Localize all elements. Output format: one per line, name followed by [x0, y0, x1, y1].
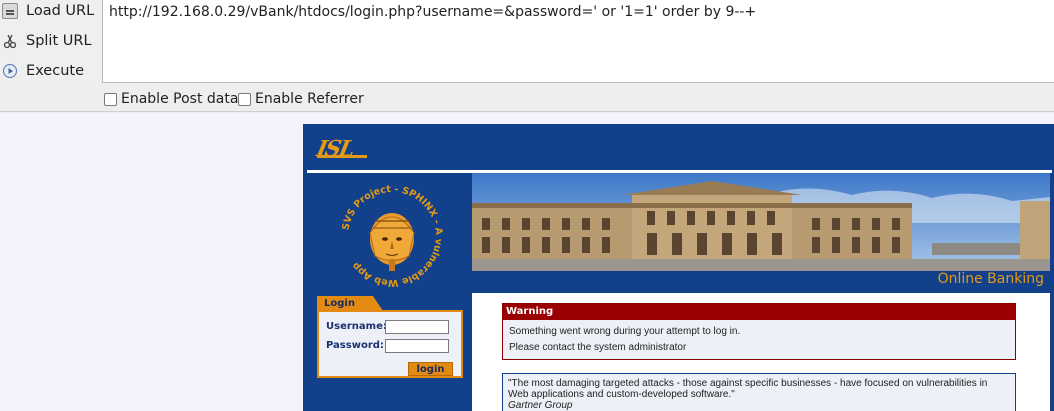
site-header: ISL [307, 128, 1054, 170]
main-content: Warning Something went wrong during your… [472, 290, 1050, 411]
login-form: Username: Password: login [317, 310, 463, 378]
execute-label: Execute [26, 63, 84, 79]
login-tab: Login [317, 296, 383, 311]
warning-line-2: Please contact the system administrator [509, 342, 687, 353]
isl-logo: ISL [314, 136, 356, 162]
username-field[interactable] [385, 320, 449, 334]
split-url-label: Split URL [26, 33, 92, 49]
hackbar-actions: Load URL Split URL Execute [0, 0, 102, 86]
vbank-site: ISL SVS Project - SPHINX - A vulnerable … [303, 124, 1054, 411]
enable-referrer-label: Enable Referrer [255, 91, 364, 107]
enable-referrer-checkbox[interactable]: Enable Referrer [238, 91, 364, 107]
sphinx-logo: SVS Project - SPHINX - A vulnerable Web … [339, 183, 445, 289]
banner-caption-bar: Online Banking [472, 271, 1050, 289]
scissors-icon [2, 33, 18, 49]
logo-underline [317, 155, 367, 158]
password-label: Password: [326, 340, 384, 351]
warning-title: Warning [503, 304, 1015, 320]
enable-post-data-checkbox[interactable]: Enable Post data [104, 91, 238, 107]
checkbox-box[interactable] [104, 92, 117, 106]
hackbar-toolbar: Load URL Split URL Execute http://192.16… [0, 0, 1054, 86]
load-url-button[interactable]: Load URL [0, 0, 100, 24]
login-button[interactable]: login [408, 362, 453, 376]
execute-button[interactable]: Execute [0, 58, 100, 84]
checkbox-box[interactable] [238, 92, 251, 106]
split-url-button[interactable]: Split URL [0, 28, 100, 54]
password-field[interactable] [385, 339, 449, 353]
play-icon [2, 63, 18, 79]
online-banking-title: Online Banking [937, 271, 1044, 287]
load-url-label: Load URL [26, 3, 95, 19]
load-url-icon [2, 3, 18, 19]
hackbar-options: Enable Post data Enable Referrer [0, 86, 1054, 112]
url-text: http://192.168.0.29/vBank/htdocs/login.p… [109, 4, 757, 20]
web-page: ISL SVS Project - SPHINX - A vulnerable … [0, 113, 1054, 411]
quote-box: "The most damaging targeted attacks - th… [502, 373, 1016, 411]
warning-line-1: Something went wrong during your attempt… [509, 326, 741, 337]
username-label: Username: [326, 321, 387, 332]
quote-text: "The most damaging targeted attacks - th… [508, 378, 988, 400]
banner-image [472, 173, 1050, 271]
quote-source: Gartner Group [508, 400, 573, 411]
url-textarea[interactable]: http://192.168.0.29/vBank/htdocs/login.p… [102, 0, 1054, 83]
warning-box: Warning Something went wrong during your… [502, 303, 1016, 360]
enable-post-data-label: Enable Post data [121, 91, 239, 107]
left-column: SVS Project - SPHINX - A vulnerable Web … [307, 173, 472, 411]
